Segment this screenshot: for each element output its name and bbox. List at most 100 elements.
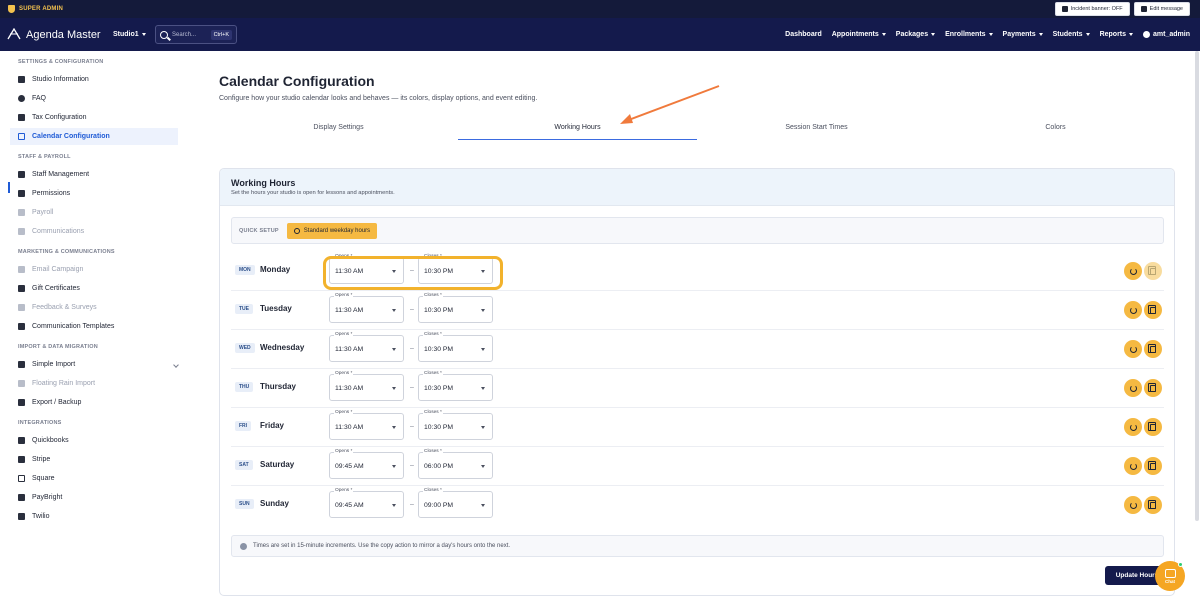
opens-label: Opens *	[334, 410, 354, 415]
sidebar-item-label: Quickbooks	[32, 437, 69, 444]
sidebar-item-square[interactable]: Square	[18, 470, 186, 487]
sidebar-item-permissions[interactable]: Permissions	[18, 185, 186, 202]
sidebar-item-feedback-surveys[interactable]: Feedback & Surveys	[18, 299, 186, 316]
opens-select-friday[interactable]: Opens * 11:30 AM	[329, 410, 404, 440]
brand-name[interactable]: Agenda Master	[26, 29, 101, 41]
sidebar-item-studio-information[interactable]: Studio Information	[18, 71, 186, 88]
copy-day-button[interactable]	[1144, 340, 1162, 358]
closes-select-sunday[interactable]: Closes * 09:00 PM	[418, 488, 493, 518]
chevron-down-icon	[481, 309, 485, 312]
nav-packages-label: Packages	[895, 31, 929, 38]
sidebar-item-floating-rain-import[interactable]: Floating Rain Import	[18, 375, 186, 392]
calendar-icon	[18, 133, 25, 140]
tab-colors[interactable]: Colors	[936, 117, 1175, 140]
user-menu[interactable]: amt_admin	[1143, 31, 1190, 38]
nav-dashboard[interactable]: Dashboard	[785, 31, 822, 38]
sidebar-item-staff-management[interactable]: Staff Management	[18, 166, 186, 183]
reset-day-button[interactable]	[1124, 418, 1142, 436]
sidebar-item-export-backup[interactable]: Export / Backup	[18, 394, 186, 411]
tab-display-settings[interactable]: Display Settings	[219, 117, 458, 140]
sidebar-item-label: FAQ	[32, 95, 47, 102]
sidebar-item-quickbooks[interactable]: Quickbooks	[18, 432, 186, 449]
closes-select-friday[interactable]: Closes * 10:30 PM	[418, 410, 493, 440]
reset-day-button[interactable]	[1124, 379, 1142, 397]
opens-select-tuesday[interactable]: Opens * 11:30 AM	[329, 293, 404, 323]
nav-enrollments[interactable]: Enrollments	[945, 31, 993, 38]
sidebar-section-staff: STAFF & PAYROLL	[18, 154, 71, 160]
nav-students[interactable]: Students	[1053, 31, 1090, 38]
chevron-down-icon	[1038, 33, 1043, 36]
sidebar-item-email-campaign[interactable]: Email Campaign	[18, 261, 186, 278]
opens-select-thursday[interactable]: Opens * 11:30 AM	[329, 371, 404, 401]
nav-reports[interactable]: Reports	[1100, 31, 1134, 38]
opens-value: 11:30 AM	[335, 424, 364, 431]
copy-icon	[1148, 421, 1156, 431]
opens-select-sunday[interactable]: Opens * 09:45 AM	[329, 488, 404, 518]
sidebar-item-faq[interactable]: FAQ	[18, 90, 186, 107]
edit-message-button[interactable]: Edit message	[1133, 2, 1190, 16]
copy-day-button[interactable]	[1144, 301, 1162, 319]
chevron-down-icon	[392, 426, 396, 429]
opens-select-wednesday[interactable]: Opens * 11:30 AM	[329, 332, 404, 362]
reset-day-button[interactable]	[1124, 301, 1142, 319]
sidebar-item-tax-configuration[interactable]: Tax Configuration	[18, 109, 186, 126]
tab-session-start-times[interactable]: Session Start Times	[697, 117, 936, 140]
sidebar-item-paybright[interactable]: PayBright	[18, 489, 186, 506]
opens-value: 11:30 AM	[335, 385, 364, 392]
user-name: amt_admin	[1153, 31, 1190, 38]
nav-appointments[interactable]: Appointments	[832, 31, 886, 38]
chevron-down-icon	[481, 504, 485, 507]
copy-day-button[interactable]	[1144, 496, 1162, 514]
copy-day-button[interactable]	[1144, 262, 1162, 280]
opens-label: Opens *	[334, 293, 354, 298]
sidebar-item-gift-certificates[interactable]: Gift Certificates	[18, 280, 186, 297]
cloud-icon	[18, 380, 25, 387]
opens-select-saturday[interactable]: Opens * 09:45 AM	[329, 449, 404, 479]
sidebar-item-label: Calendar Configuration	[32, 133, 110, 140]
day-abbr-badge: WED	[235, 343, 255, 353]
closes-select-saturday[interactable]: Closes * 06:00 PM	[418, 449, 493, 479]
copy-day-button[interactable]	[1144, 379, 1162, 397]
brand-logo-icon	[7, 28, 21, 40]
range-dash: –	[410, 462, 414, 469]
working-hours-card: Working Hours Set the hours your studio …	[219, 168, 1175, 596]
closes-select-tuesday[interactable]: Closes * 10:30 PM	[418, 293, 493, 323]
sidebar-item-communication-templates[interactable]: Communication Templates	[18, 318, 186, 335]
day-name: Monday	[260, 265, 291, 274]
sidebar-item-label: Studio Information	[32, 76, 89, 83]
reset-day-button[interactable]	[1124, 457, 1142, 475]
copy-icon	[1148, 382, 1156, 392]
sidebar-item-simple-import[interactable]: Simple Import	[18, 356, 186, 373]
reset-day-button[interactable]	[1124, 340, 1142, 358]
sidebar-item-communications[interactable]: Communications	[18, 223, 186, 240]
studio-selector[interactable]: Studio1	[113, 31, 146, 38]
chevron-down-icon	[931, 33, 936, 36]
copy-day-button[interactable]	[1144, 457, 1162, 475]
closes-select-thursday[interactable]: Closes * 10:30 PM	[418, 371, 493, 401]
reset-day-button[interactable]	[1124, 496, 1142, 514]
chat-button[interactable]: Chat	[1155, 561, 1185, 591]
page-scrollbar[interactable]	[1195, 51, 1199, 521]
nav-packages[interactable]: Packages	[895, 31, 936, 38]
closes-select-wednesday[interactable]: Closes * 10:30 PM	[418, 332, 493, 362]
pencil-icon	[1140, 6, 1147, 12]
standard-weekday-hours-button[interactable]: Standard weekday hours	[286, 222, 378, 239]
search-box[interactable]: Search... Ctrl+K	[155, 25, 237, 44]
closes-value: 09:00 PM	[424, 502, 454, 509]
sidebar-section-import: IMPORT & DATA MIGRATION	[18, 344, 98, 350]
incident-banner-button[interactable]: Incident banner: OFF	[1054, 2, 1130, 16]
copy-day-button[interactable]	[1144, 418, 1162, 436]
sidebar-item-twilio[interactable]: Twilio	[18, 508, 186, 525]
day-abbr-badge: SAT	[235, 460, 253, 470]
closes-value: 10:30 PM	[424, 385, 454, 392]
reset-day-button[interactable]	[1124, 262, 1142, 280]
incident-banner-label: Incident banner: OFF	[1070, 6, 1123, 12]
chevron-down-icon	[392, 465, 396, 468]
closes-label: Closes *	[423, 332, 443, 337]
sidebar-item-calendar-configuration[interactable]: Calendar Configuration	[10, 128, 178, 145]
day-row-sunday: SUN Sunday Opens * 09:45 AM – Closes * 09:00 P…	[231, 486, 1164, 525]
sidebar-item-payroll[interactable]: Payroll	[18, 204, 186, 221]
nav-payments[interactable]: Payments	[1003, 31, 1043, 38]
chevron-down-icon	[481, 348, 485, 351]
sidebar-item-stripe[interactable]: Stripe	[18, 451, 186, 468]
